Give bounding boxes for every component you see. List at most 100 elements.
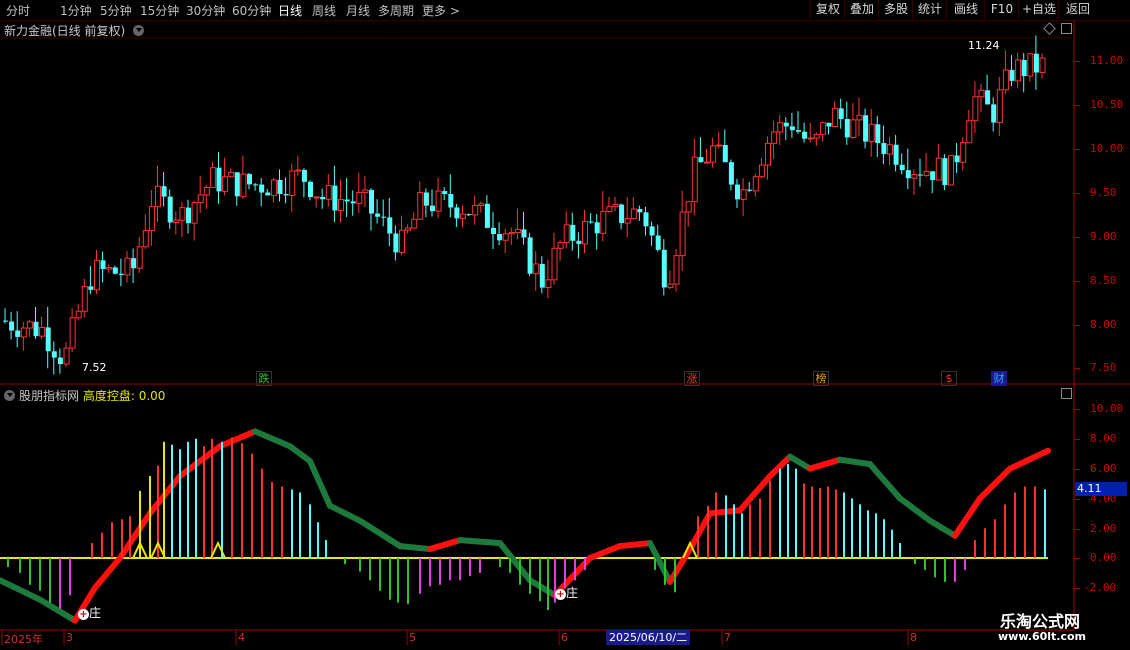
price-tick-label: 8.00 — [1090, 318, 1117, 331]
candle-body — [228, 171, 235, 178]
candle-body — [905, 170, 911, 179]
candle-body — [813, 133, 820, 139]
price-tick — [1074, 149, 1080, 150]
indicator-tick — [1074, 529, 1080, 530]
candle-body — [9, 321, 15, 331]
candle-body — [1009, 69, 1015, 81]
candle-body — [253, 184, 259, 186]
candle-body — [576, 240, 582, 244]
candle-body — [637, 208, 643, 213]
candle-body — [923, 170, 930, 176]
price-tick-label: 10.00 — [1090, 142, 1124, 155]
candle-body — [619, 204, 625, 224]
marker-zhuang-2: +庄 — [555, 586, 579, 600]
price-tick — [1074, 61, 1080, 62]
trend-ribbon-segment — [177, 443, 223, 480]
indicator-tick — [1074, 588, 1080, 589]
candle-body — [796, 130, 801, 132]
candle-body — [911, 174, 918, 179]
candle-body — [996, 89, 1003, 124]
candle-body — [167, 196, 173, 223]
candle-body — [75, 310, 82, 319]
indicator-tick-label: 8.00 — [1090, 432, 1117, 445]
trend-ribbon-segment — [307, 458, 333, 509]
candle-body — [442, 191, 448, 195]
candle-body — [356, 192, 363, 204]
candle-body — [942, 158, 948, 186]
candle-body — [39, 326, 46, 337]
candle-body — [100, 260, 106, 270]
candle-body — [533, 263, 540, 275]
candle-body — [81, 285, 88, 312]
indicator-settings-icon[interactable] — [4, 390, 15, 401]
candle-body — [155, 185, 161, 208]
candle-body — [63, 347, 70, 365]
candle-body — [313, 196, 320, 199]
trend-ribbon-segment — [427, 537, 463, 553]
candle-body — [691, 156, 698, 203]
trend-ribbon-segment — [357, 517, 403, 550]
price-tick — [1074, 325, 1080, 326]
trend-ribbon-segment — [327, 502, 363, 524]
candle-body — [94, 259, 100, 291]
trend-ribbon-segment — [927, 517, 958, 539]
plus-circle-icon: + — [555, 589, 566, 600]
candle-body — [283, 194, 289, 196]
candle-body — [930, 171, 936, 181]
candle-body — [112, 267, 118, 274]
indicator-tick — [1074, 469, 1080, 470]
indicator-param-value: 0.00 — [138, 389, 166, 403]
candle-body — [765, 142, 771, 166]
candle-body — [655, 235, 661, 250]
time-label: 4 — [238, 631, 245, 644]
kline-chart[interactable] — [0, 0, 1130, 650]
candle-body — [698, 157, 704, 163]
candle-body — [545, 279, 552, 289]
candle-body — [868, 123, 875, 143]
price-tick-label: 9.50 — [1090, 186, 1117, 199]
candle-body — [234, 172, 240, 197]
candle-body — [740, 189, 747, 200]
candle-body — [209, 167, 216, 188]
trend-ribbon-segment — [737, 473, 773, 514]
candle-body — [240, 173, 247, 197]
time-label: 7 — [724, 631, 731, 644]
candle-body — [295, 169, 302, 172]
candle-body — [393, 233, 399, 253]
candle-body — [588, 221, 594, 223]
trend-ribbon-segment — [807, 456, 843, 472]
candle-body — [1033, 53, 1039, 73]
indicator-tick — [1074, 558, 1080, 559]
indicator-tick-label: 0.00 — [1090, 551, 1117, 564]
candle-body — [679, 211, 686, 257]
candle-body — [722, 145, 728, 163]
trend-ribbon-segment — [252, 428, 293, 450]
trend-ribbon-segment — [92, 555, 123, 591]
candle-body — [332, 185, 338, 211]
candle-body — [289, 170, 296, 196]
trend-ribbon-segment — [897, 495, 933, 524]
candle-body — [51, 351, 57, 358]
trend-ribbon-segment — [0, 577, 43, 603]
candle-body — [216, 167, 222, 192]
candle-body — [1027, 53, 1034, 77]
candle-body — [704, 161, 710, 164]
indicator-name: 股朋指标网 — [19, 389, 80, 403]
price-tick — [1074, 237, 1080, 238]
indicator-tick — [1074, 439, 1080, 440]
cursor-date-box: 2025/06/10/二 — [606, 630, 691, 645]
candle-body — [685, 201, 692, 213]
candle-body — [557, 242, 564, 249]
time-label: 2025年 — [4, 633, 43, 646]
candle-body — [222, 176, 229, 192]
candle-body — [448, 194, 454, 208]
candle-body — [381, 216, 387, 218]
candle-body — [344, 199, 350, 202]
candle-body — [191, 202, 198, 224]
candle-body — [887, 144, 893, 155]
candle-body — [26, 321, 33, 329]
candle-body — [417, 191, 424, 220]
watermark-title: 乐淘公式网 — [1000, 612, 1081, 631]
candle-body — [186, 207, 191, 224]
marker-zhuang-1: +庄 — [78, 606, 102, 620]
